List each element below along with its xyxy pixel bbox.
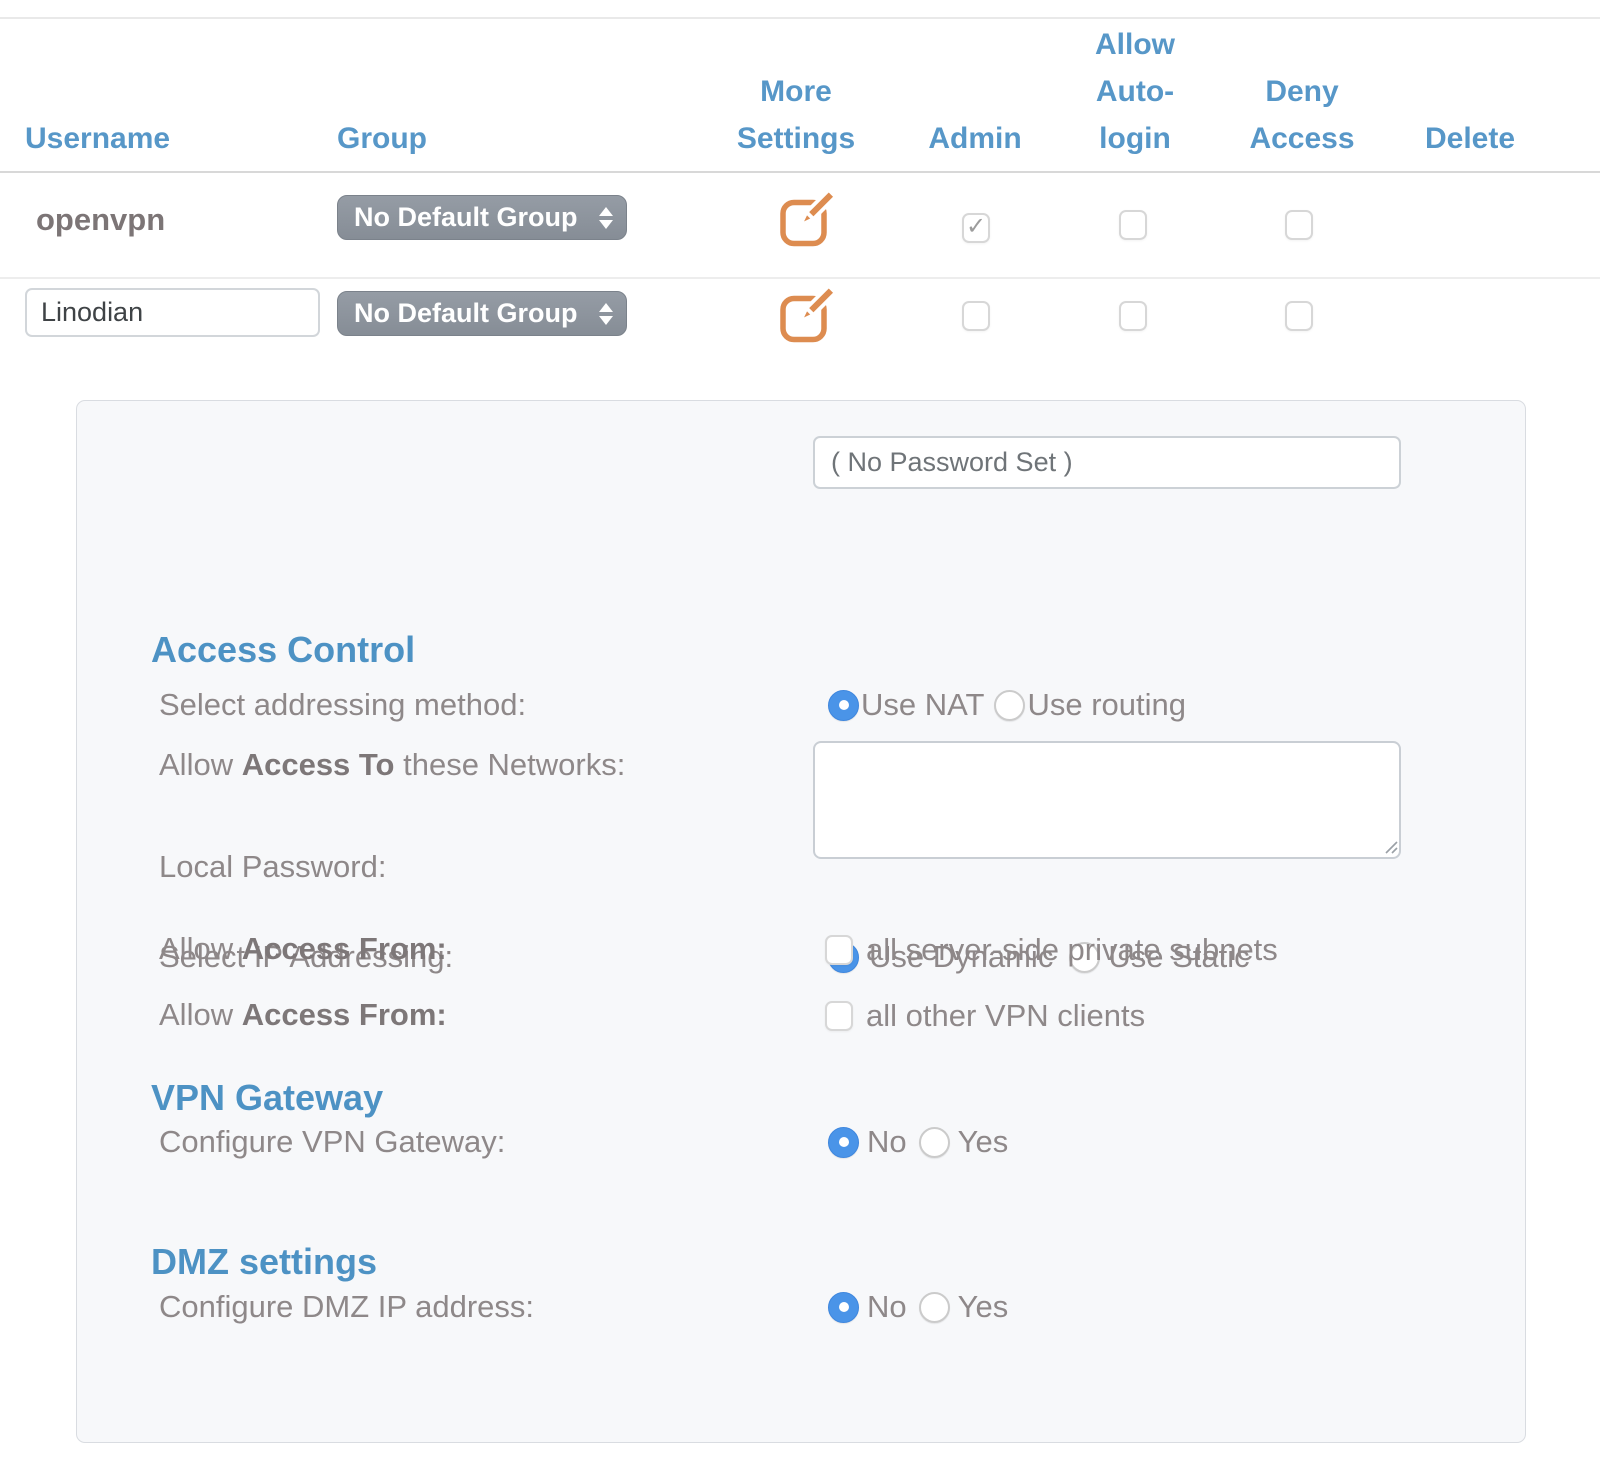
use-nat-radio[interactable] xyxy=(828,690,859,721)
edit-pencil-icon xyxy=(775,287,835,347)
gateway-no-label[interactable]: No xyxy=(867,1124,907,1160)
user-table-header: Username Group More Settings Admin Allow… xyxy=(0,18,1600,172)
dmz-yes-radio[interactable] xyxy=(919,1292,950,1323)
use-nat-label[interactable]: Use NAT xyxy=(861,687,984,723)
addressing-method-label: Select addressing method: xyxy=(159,687,526,723)
access-to-networks-label: Allow Access To these Networks: xyxy=(159,747,625,783)
dmz-radio-group: No Yes xyxy=(828,1289,1008,1325)
column-header-allow-autologin: Allow Auto- login xyxy=(1095,21,1175,162)
configure-dmz-label: Configure DMZ IP address: xyxy=(159,1289,534,1325)
server-side-subnets-checkbox[interactable] xyxy=(825,935,853,965)
local-password-label: Local Password: xyxy=(159,849,386,885)
allow-autologin-checkbox[interactable] xyxy=(1119,301,1147,331)
more-settings-button[interactable] xyxy=(775,287,835,347)
use-routing-radio[interactable] xyxy=(994,690,1025,721)
deny-access-checkbox[interactable] xyxy=(1285,210,1313,240)
dmz-no-label[interactable]: No xyxy=(867,1289,907,1325)
addressing-method-radio-group: Use NAT Use routing xyxy=(828,687,1186,723)
select-updown-arrows-icon xyxy=(599,207,613,229)
admin-checkbox[interactable] xyxy=(962,301,990,331)
column-header-deny-access: Deny Access xyxy=(1249,68,1354,162)
column-header-username: Username xyxy=(25,115,170,162)
select-updown-arrows-icon xyxy=(599,303,613,325)
deny-access-checkbox[interactable] xyxy=(1285,301,1313,331)
group-select[interactable]: No Default Group xyxy=(337,291,627,336)
group-select-value: No Default Group xyxy=(354,202,578,233)
table-header-separator xyxy=(0,171,1600,173)
dmz-yes-label[interactable]: Yes xyxy=(958,1289,1009,1325)
column-header-delete: Delete xyxy=(1425,115,1515,162)
gateway-no-radio[interactable] xyxy=(828,1127,859,1158)
table-row-username-openvpn: openvpn xyxy=(36,202,165,238)
group-select[interactable]: No Default Group xyxy=(337,195,627,240)
column-header-group: Group xyxy=(337,115,427,162)
access-from-subnets-row: all server-side private subnets xyxy=(825,932,1278,968)
gateway-yes-label[interactable]: Yes xyxy=(958,1124,1009,1160)
table-row-separator xyxy=(0,277,1600,279)
edit-pencil-icon xyxy=(775,191,835,251)
server-side-subnets-label[interactable]: all server-side private subnets xyxy=(866,932,1278,968)
column-header-admin: Admin xyxy=(928,115,1021,162)
access-from-label: Allow Access From: xyxy=(159,997,447,1033)
dmz-no-radio[interactable] xyxy=(828,1292,859,1323)
other-vpn-clients-label[interactable]: all other VPN clients xyxy=(866,998,1145,1034)
new-username-input[interactable] xyxy=(25,288,320,337)
dmz-settings-heading: DMZ settings xyxy=(151,1241,377,1283)
access-from-clients-row: all other VPN clients xyxy=(825,998,1145,1034)
local-password-input[interactable] xyxy=(813,436,1401,489)
other-vpn-clients-checkbox[interactable] xyxy=(825,1001,853,1031)
column-header-more-settings: More Settings xyxy=(737,68,855,162)
access-to-networks-textarea[interactable] xyxy=(813,741,1401,859)
configure-vpn-gateway-label: Configure VPN Gateway: xyxy=(159,1124,505,1160)
admin-checkbox[interactable] xyxy=(962,213,990,243)
access-from-label: Allow Access From: xyxy=(159,931,447,967)
group-select-value: No Default Group xyxy=(354,298,578,329)
more-settings-button[interactable] xyxy=(775,191,835,251)
user-settings-panel: Local Password: Select IP Addressing: Us… xyxy=(76,400,1526,1443)
vpn-gateway-heading: VPN Gateway xyxy=(151,1077,383,1119)
vpn-gateway-radio-group: No Yes xyxy=(828,1124,1008,1160)
gateway-yes-radio[interactable] xyxy=(919,1127,950,1158)
access-control-heading: Access Control xyxy=(151,629,415,671)
use-routing-label[interactable]: Use routing xyxy=(1027,687,1186,723)
allow-autologin-checkbox[interactable] xyxy=(1119,210,1147,240)
